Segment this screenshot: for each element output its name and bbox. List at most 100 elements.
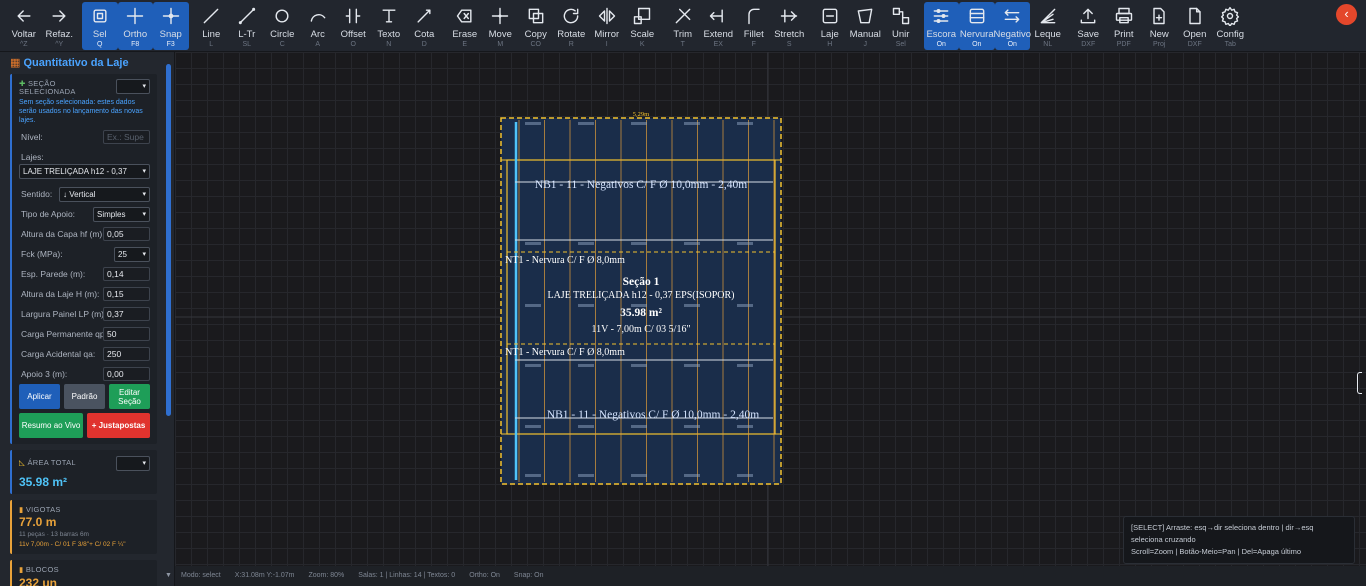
toolbar-shortcut: Q: [97, 41, 103, 48]
apply-button[interactable]: Aplicar: [19, 384, 60, 409]
toolbar-refaz-button[interactable]: Refaz. ^Y: [42, 2, 78, 50]
field-input[interactable]: 0,14: [103, 267, 150, 281]
toolbar-l-tr-button[interactable]: L-Tr SL: [229, 2, 265, 50]
toolbar-copy-button[interactable]: Copy CO: [518, 2, 554, 50]
field-input[interactable]: 50: [103, 327, 150, 341]
sidebar-scrollbar[interactable]: [166, 64, 171, 416]
slab-outline: [500, 117, 782, 485]
toolbar-voltar-button[interactable]: Voltar ^Z: [6, 2, 42, 50]
joists-card: ▮ VIGOTAS 77.0 m 11 peças · 13 barras 6m…: [10, 500, 157, 554]
toolbar-scale-button[interactable]: Scale K: [625, 2, 661, 50]
toolbar-open-button[interactable]: Open DXF: [1177, 2, 1213, 50]
toolbar-circle-button[interactable]: Circle C: [265, 2, 301, 50]
toolbar-extend-button[interactable]: Extend EX: [701, 2, 737, 50]
snap-icon: [162, 7, 179, 25]
toolbar-button-label: Mirror: [594, 29, 620, 40]
toolbar-shortcut: Tab: [1224, 41, 1236, 48]
toolbar-shortcut: H: [827, 41, 833, 48]
tick-mark: [525, 364, 541, 367]
field-input[interactable]: 0,37: [103, 307, 150, 321]
sidebar-title-text: Quantitativo da Laje: [23, 57, 129, 69]
slab-type-select[interactable]: LAJE TRELIÇADA h12 - 0,37 ▾: [19, 164, 150, 179]
toolbar-button-label: Unir: [892, 29, 910, 40]
tick-mark: [525, 474, 541, 477]
tick-mark: [631, 425, 647, 428]
toolbar-erase-button[interactable]: Erase E: [447, 2, 483, 50]
chevron-down-icon: ▾: [142, 191, 146, 198]
toolbar-trim-button[interactable]: Trim T: [665, 2, 701, 50]
toolbar-escora-button[interactable]: Escora On: [923, 2, 959, 50]
toolbar-negativo-button[interactable]: Negativo On: [994, 2, 1031, 50]
field-input[interactable]: 0,15: [103, 287, 150, 301]
drawing-canvas[interactable]: 5,29m NB1 - 11 - Negativos C/ F Ø 10,0mm …: [175, 52, 1366, 566]
tick-mark: [631, 122, 647, 125]
toolbar-new-button[interactable]: New Proj: [1142, 2, 1178, 50]
live-summary-button[interactable]: Resumo ao Vivo: [19, 413, 83, 438]
toolbar-rotate-button[interactable]: Rotate R: [554, 2, 590, 50]
toolbar-fillet-button[interactable]: Fillet F: [736, 2, 772, 50]
toolbar-button-label: Copy: [524, 29, 547, 40]
tick-mark: [578, 242, 594, 245]
toolbar-print-button[interactable]: Print PDF: [1106, 2, 1142, 50]
toolbar-button-label: Config: [1216, 29, 1244, 40]
blocks-header: ▮ BLOCOS: [19, 565, 59, 574]
right-panel-handle[interactable]: [1357, 372, 1362, 394]
toolbar-arc-button[interactable]: Arc A: [300, 2, 336, 50]
toolbar-texto-button[interactable]: Texto N: [371, 2, 407, 50]
field-input[interactable]: 250: [103, 347, 150, 361]
toolbar-nervura-button[interactable]: Nervura On: [959, 2, 995, 50]
ortho-icon: [127, 7, 144, 25]
toolbar-ortho-button[interactable]: Ortho F8: [117, 2, 153, 50]
slab-drawing[interactable]: 5,29m NB1 - 11 - Negativos C/ F Ø 10,0mm …: [175, 52, 1366, 566]
field-input[interactable]: Ex.: Supe: [103, 130, 150, 144]
toolbar-button-label: Fillet: [743, 29, 764, 40]
fan-icon: [1040, 8, 1056, 24]
toolbar-unir-button[interactable]: Unir Sel: [883, 2, 919, 50]
collapse-sidebar-button[interactable]: ‹: [1336, 4, 1357, 25]
default-button[interactable]: Padrão: [64, 384, 105, 409]
select-icon: [93, 9, 107, 23]
toolbar-button-label: Rotate: [557, 29, 586, 40]
area-dropdown[interactable]: ▾: [116, 456, 150, 471]
tick-mark: [737, 122, 753, 125]
tick-mark: [525, 122, 541, 125]
toolbar-button-label: Sel: [92, 29, 107, 40]
toolbar-stretch-button[interactable]: Stretch S: [772, 2, 808, 50]
field-select[interactable]: 25 ▾: [114, 247, 150, 262]
block-icon: ▮: [19, 565, 24, 574]
toolbar-save-button[interactable]: Save DXF: [1071, 2, 1107, 50]
toolbar-shortcut: ^Y: [55, 41, 64, 48]
field-label: Carga Acidental qa:: [21, 349, 96, 359]
toolbar-cota-button[interactable]: Cota D: [407, 2, 443, 50]
tick-mark: [525, 242, 541, 245]
toolbar-config-button[interactable]: Config Tab: [1213, 2, 1249, 50]
section-dropdown[interactable]: ▾: [116, 79, 150, 94]
toolbar-mirror-button[interactable]: Mirror I: [589, 2, 625, 50]
field-select[interactable]: Simples ▾: [93, 207, 150, 222]
field-input[interactable]: 0,00: [103, 367, 150, 381]
toolbar-sel-button[interactable]: Sel Q: [82, 2, 118, 50]
field-label: Fck (MPa):: [21, 249, 63, 259]
toolbar-snap-button[interactable]: Snap F3: [153, 2, 189, 50]
toolbar-offset-button[interactable]: Offset O: [336, 2, 372, 50]
brick-icon: ▦: [10, 57, 21, 69]
juxtaposed-button[interactable]: + Justapostas: [87, 413, 150, 438]
slab-section[interactable]: [500, 117, 782, 485]
toolbar-manual-button[interactable]: Manual J: [848, 2, 884, 50]
chevron-down-icon: ▾: [142, 251, 146, 258]
toolbar-laje-button[interactable]: Laje H: [812, 2, 848, 50]
tick-mark: [684, 122, 700, 125]
toolbar-line-button[interactable]: Line L: [194, 2, 230, 50]
toolbar-button-label: Trim: [673, 29, 693, 40]
edit-section-button[interactable]: Editar Seção: [109, 384, 150, 409]
scroll-down-icon[interactable]: ▼: [165, 572, 172, 579]
toolbar-leque-button[interactable]: Leque NL: [1030, 2, 1066, 50]
slab-type-value: LAJE TRELIÇADA h12 - 0,37: [23, 167, 127, 176]
tick-mark: [737, 364, 753, 367]
toolbar-move-button[interactable]: Move M: [483, 2, 519, 50]
field-select-value: Simples: [97, 210, 126, 219]
toolbar-shortcut: On: [936, 41, 946, 48]
save-icon: [1080, 8, 1096, 24]
field-select[interactable]: ↓ Vertical ▾: [59, 187, 150, 202]
field-input[interactable]: 0,05: [103, 227, 150, 241]
